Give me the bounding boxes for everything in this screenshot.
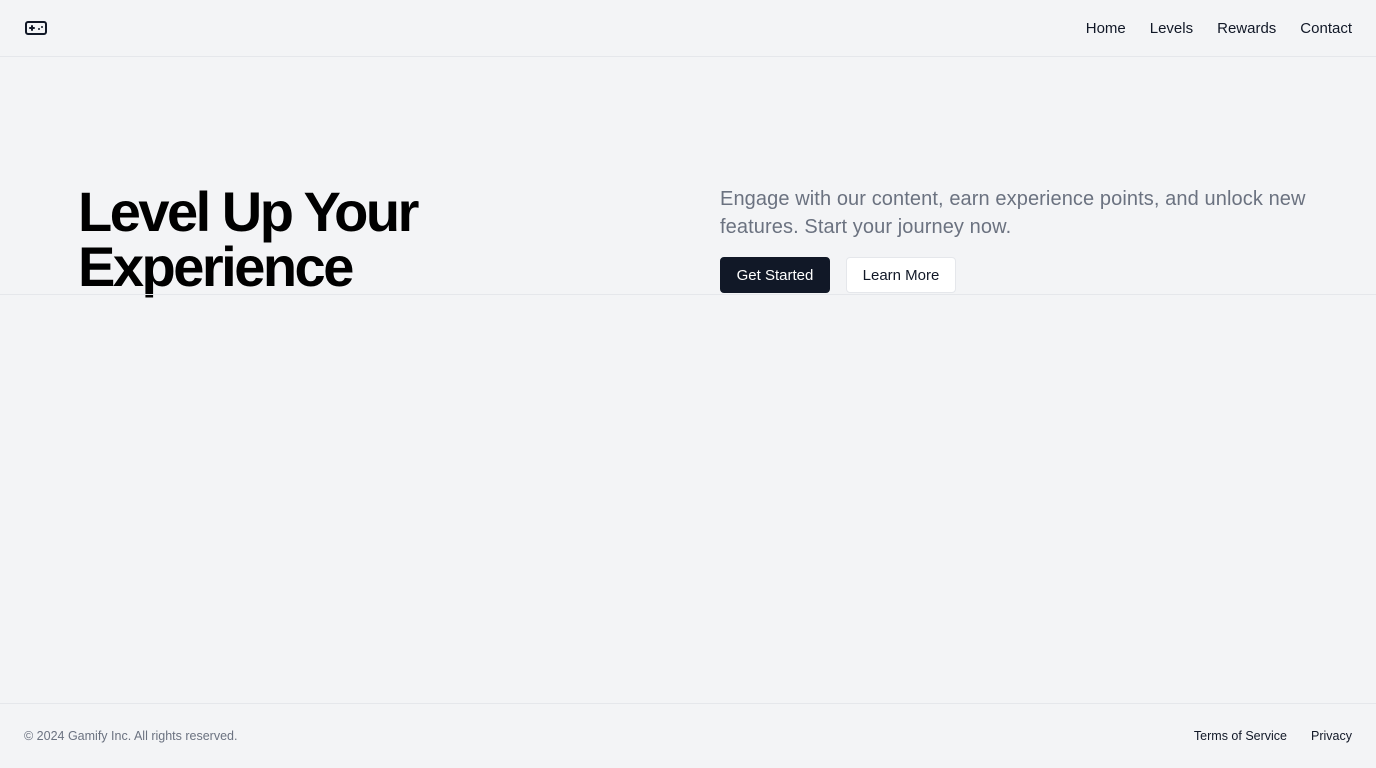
hero-title: Level Up Your Experience [78, 184, 498, 295]
privacy-link[interactable]: Privacy [1311, 729, 1352, 743]
site-header: Home Levels Rewards Contact [0, 0, 1376, 57]
site-footer: © 2024 Gamify Inc. All rights reserved. … [0, 703, 1376, 768]
copyright-text: © 2024 Gamify Inc. All rights reserved. [24, 729, 238, 743]
page: Home Levels Rewards Contact Level Up You… [0, 0, 1376, 768]
nav-link-contact[interactable]: Contact [1300, 20, 1352, 37]
nav-link-rewards[interactable]: Rewards [1217, 20, 1276, 37]
nav-link-home[interactable]: Home [1086, 20, 1126, 37]
footer-links: Terms of Service Privacy [1194, 729, 1352, 743]
hero-description: Engage with our content, earn experience… [720, 188, 1306, 238]
hero-content: Engage with our content, earn experience… [720, 185, 1320, 293]
nav-link-levels[interactable]: Levels [1150, 20, 1193, 37]
gamepad-icon[interactable] [24, 16, 48, 40]
hero-title-line-2: Experience [78, 235, 354, 298]
hero-divider [0, 294, 1376, 295]
hero-title-line-1: Level Up Your [78, 180, 419, 243]
terms-of-service-link[interactable]: Terms of Service [1194, 729, 1287, 743]
learn-more-button[interactable]: Learn More [846, 257, 956, 293]
main-nav: Home Levels Rewards Contact [1086, 20, 1352, 37]
get-started-button[interactable]: Get Started [720, 257, 830, 293]
hero-actions: Get Started Learn More [720, 257, 1320, 293]
